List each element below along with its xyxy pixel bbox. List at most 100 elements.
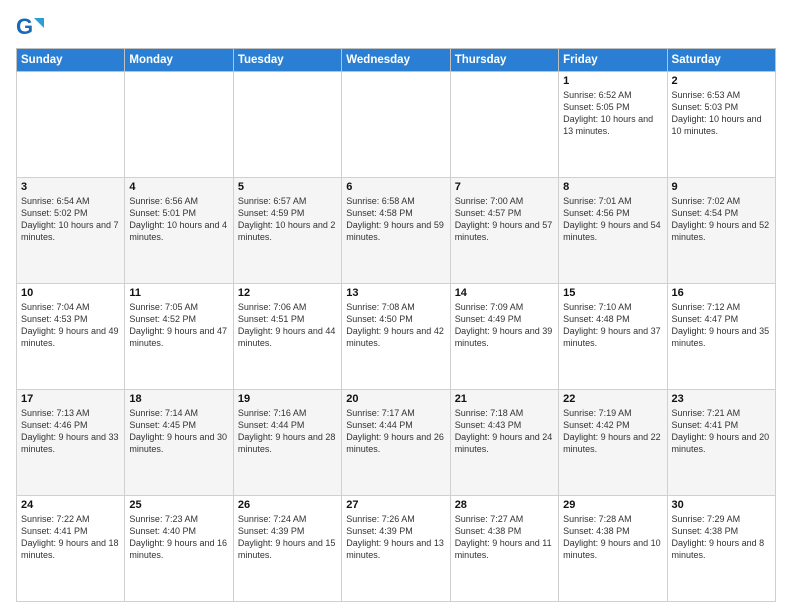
calendar-cell: 17 Sunrise: 7:13 AM Sunset: 4:46 PM Dayli… xyxy=(17,390,125,496)
day-number: 7 xyxy=(455,181,554,193)
day-number: 15 xyxy=(563,287,662,299)
day-info: Sunrise: 6:54 AM Sunset: 5:02 PM Dayligh… xyxy=(21,195,120,244)
day-number: 10 xyxy=(21,287,120,299)
calendar-cell: 5 Sunrise: 6:57 AM Sunset: 4:59 PM Daylig… xyxy=(233,178,341,284)
day-info: Sunrise: 7:05 AM Sunset: 4:52 PM Dayligh… xyxy=(129,301,228,350)
day-number: 30 xyxy=(672,499,771,511)
calendar-week-row: 24Sunrise: 7:22 AM Sunset: 4:41 PM Dayli… xyxy=(17,496,776,602)
calendar-cell: 6Sunrise: 6:58 AM Sunset: 4:58 PM Daylig… xyxy=(342,178,450,284)
weekday-header-wednesday: Wednesday xyxy=(342,49,450,72)
day-number: 21 xyxy=(455,393,554,405)
calendar-week-row: 1 Sunrise: 6:52 AM Sunset: 5:05 PM Daylig… xyxy=(17,72,776,178)
day-info: Sunrise: 7:27 AM Sunset: 4:38 PM Dayligh… xyxy=(455,513,554,562)
day-info: Sunrise: 6:53 AM Sunset: 5:03 PM Dayligh… xyxy=(672,89,771,138)
header: G xyxy=(16,12,776,42)
day-number: 20 xyxy=(346,393,445,405)
day-number: 12 xyxy=(238,287,337,299)
calendar-cell: 4 Sunrise: 6:56 AM Sunset: 5:01 PM Daylig… xyxy=(125,178,233,284)
day-info: Sunrise: 7:13 AM Sunset: 4:46 PM Dayligh… xyxy=(21,407,120,456)
calendar-week-row: 17 Sunrise: 7:13 AM Sunset: 4:46 PM Dayli… xyxy=(17,390,776,496)
calendar-cell: 11 Sunrise: 7:05 AM Sunset: 4:52 PM Dayli… xyxy=(125,284,233,390)
day-number: 11 xyxy=(129,287,228,299)
day-info: Sunrise: 7:02 AM Sunset: 4:54 PM Dayligh… xyxy=(672,195,771,244)
day-info: Sunrise: 7:16 AM Sunset: 4:44 PM Dayligh… xyxy=(238,407,337,456)
day-info: Sunrise: 6:57 AM Sunset: 4:59 PM Dayligh… xyxy=(238,195,337,244)
day-info: Sunrise: 7:21 AM Sunset: 4:41 PM Dayligh… xyxy=(672,407,771,456)
day-number: 25 xyxy=(129,499,228,511)
calendar-cell: 10 Sunrise: 7:04 AM Sunset: 4:53 PM Dayli… xyxy=(17,284,125,390)
calendar-cell xyxy=(233,72,341,178)
logo-icon: G xyxy=(16,14,44,42)
calendar-cell: 30 Sunrise: 7:29 AM Sunset: 4:38 PM Dayli… xyxy=(667,496,775,602)
calendar-cell xyxy=(17,72,125,178)
day-number: 4 xyxy=(129,181,228,193)
calendar-cell: 28 Sunrise: 7:27 AM Sunset: 4:38 PM Dayli… xyxy=(450,496,558,602)
day-info: Sunrise: 7:24 AM Sunset: 4:39 PM Dayligh… xyxy=(238,513,337,562)
calendar-cell: 12Sunrise: 7:06 AM Sunset: 4:51 PM Dayli… xyxy=(233,284,341,390)
calendar-cell: 23 Sunrise: 7:21 AM Sunset: 4:41 PM Dayli… xyxy=(667,390,775,496)
day-number: 2 xyxy=(672,75,771,87)
day-number: 16 xyxy=(672,287,771,299)
calendar-cell: 18Sunrise: 7:14 AM Sunset: 4:45 PM Dayli… xyxy=(125,390,233,496)
calendar-week-row: 3Sunrise: 6:54 AM Sunset: 5:02 PM Daylig… xyxy=(17,178,776,284)
calendar-cell: 19 Sunrise: 7:16 AM Sunset: 4:44 PM Dayli… xyxy=(233,390,341,496)
calendar-cell: 25 Sunrise: 7:23 AM Sunset: 4:40 PM Dayli… xyxy=(125,496,233,602)
day-info: Sunrise: 7:00 AM Sunset: 4:57 PM Dayligh… xyxy=(455,195,554,244)
weekday-header-row: SundayMondayTuesdayWednesdayThursdayFrid… xyxy=(17,49,776,72)
logo: G xyxy=(16,14,48,42)
calendar-cell: 24Sunrise: 7:22 AM Sunset: 4:41 PM Dayli… xyxy=(17,496,125,602)
day-info: Sunrise: 7:10 AM Sunset: 4:48 PM Dayligh… xyxy=(563,301,662,350)
day-number: 22 xyxy=(563,393,662,405)
day-number: 17 xyxy=(21,393,120,405)
calendar-cell: 8 Sunrise: 7:01 AM Sunset: 4:56 PM Daylig… xyxy=(559,178,667,284)
day-info: Sunrise: 7:09 AM Sunset: 4:49 PM Dayligh… xyxy=(455,301,554,350)
page: G SundayMondayTuesdayWednesdayThursdayFr… xyxy=(0,0,792,612)
calendar-cell: 1 Sunrise: 6:52 AM Sunset: 5:05 PM Daylig… xyxy=(559,72,667,178)
day-number: 26 xyxy=(238,499,337,511)
weekday-header-saturday: Saturday xyxy=(667,49,775,72)
day-info: Sunrise: 7:28 AM Sunset: 4:38 PM Dayligh… xyxy=(563,513,662,562)
day-number: 13 xyxy=(346,287,445,299)
calendar-cell: 14 Sunrise: 7:09 AM Sunset: 4:49 PM Dayli… xyxy=(450,284,558,390)
calendar-cell: 15 Sunrise: 7:10 AM Sunset: 4:48 PM Dayli… xyxy=(559,284,667,390)
calendar-cell: 29 Sunrise: 7:28 AM Sunset: 4:38 PM Dayli… xyxy=(559,496,667,602)
calendar-cell: 16Sunrise: 7:12 AM Sunset: 4:47 PM Dayli… xyxy=(667,284,775,390)
day-number: 5 xyxy=(238,181,337,193)
calendar-cell: 20 Sunrise: 7:17 AM Sunset: 4:44 PM Dayli… xyxy=(342,390,450,496)
day-number: 1 xyxy=(563,75,662,87)
day-number: 28 xyxy=(455,499,554,511)
day-number: 29 xyxy=(563,499,662,511)
day-info: Sunrise: 7:08 AM Sunset: 4:50 PM Dayligh… xyxy=(346,301,445,350)
day-number: 23 xyxy=(672,393,771,405)
calendar-cell: 26 Sunrise: 7:24 AM Sunset: 4:39 PM Dayli… xyxy=(233,496,341,602)
day-info: Sunrise: 7:04 AM Sunset: 4:53 PM Dayligh… xyxy=(21,301,120,350)
day-info: Sunrise: 7:18 AM Sunset: 4:43 PM Dayligh… xyxy=(455,407,554,456)
calendar-cell: 22 Sunrise: 7:19 AM Sunset: 4:42 PM Dayli… xyxy=(559,390,667,496)
day-number: 19 xyxy=(238,393,337,405)
calendar-week-row: 10 Sunrise: 7:04 AM Sunset: 4:53 PM Dayli… xyxy=(17,284,776,390)
calendar-cell: 21 Sunrise: 7:18 AM Sunset: 4:43 PM Dayli… xyxy=(450,390,558,496)
calendar-cell xyxy=(450,72,558,178)
calendar-cell: 2 Sunrise: 6:53 AM Sunset: 5:03 PM Daylig… xyxy=(667,72,775,178)
weekday-header-friday: Friday xyxy=(559,49,667,72)
day-number: 14 xyxy=(455,287,554,299)
calendar-table: SundayMondayTuesdayWednesdayThursdayFrid… xyxy=(16,48,776,602)
day-info: Sunrise: 6:56 AM Sunset: 5:01 PM Dayligh… xyxy=(129,195,228,244)
day-info: Sunrise: 7:01 AM Sunset: 4:56 PM Dayligh… xyxy=(563,195,662,244)
calendar-cell: 7 Sunrise: 7:00 AM Sunset: 4:57 PM Daylig… xyxy=(450,178,558,284)
weekday-header-thursday: Thursday xyxy=(450,49,558,72)
day-number: 24 xyxy=(21,499,120,511)
day-number: 27 xyxy=(346,499,445,511)
day-info: Sunrise: 7:19 AM Sunset: 4:42 PM Dayligh… xyxy=(563,407,662,456)
day-info: Sunrise: 7:29 AM Sunset: 4:38 PM Dayligh… xyxy=(672,513,771,562)
calendar-cell xyxy=(125,72,233,178)
day-number: 8 xyxy=(563,181,662,193)
day-number: 6 xyxy=(346,181,445,193)
calendar-cell: 9Sunrise: 7:02 AM Sunset: 4:54 PM Daylig… xyxy=(667,178,775,284)
day-info: Sunrise: 6:52 AM Sunset: 5:05 PM Dayligh… xyxy=(563,89,662,138)
day-info: Sunrise: 7:26 AM Sunset: 4:39 PM Dayligh… xyxy=(346,513,445,562)
weekday-header-monday: Monday xyxy=(125,49,233,72)
day-info: Sunrise: 7:23 AM Sunset: 4:40 PM Dayligh… xyxy=(129,513,228,562)
day-info: Sunrise: 7:17 AM Sunset: 4:44 PM Dayligh… xyxy=(346,407,445,456)
day-info: Sunrise: 7:14 AM Sunset: 4:45 PM Dayligh… xyxy=(129,407,228,456)
